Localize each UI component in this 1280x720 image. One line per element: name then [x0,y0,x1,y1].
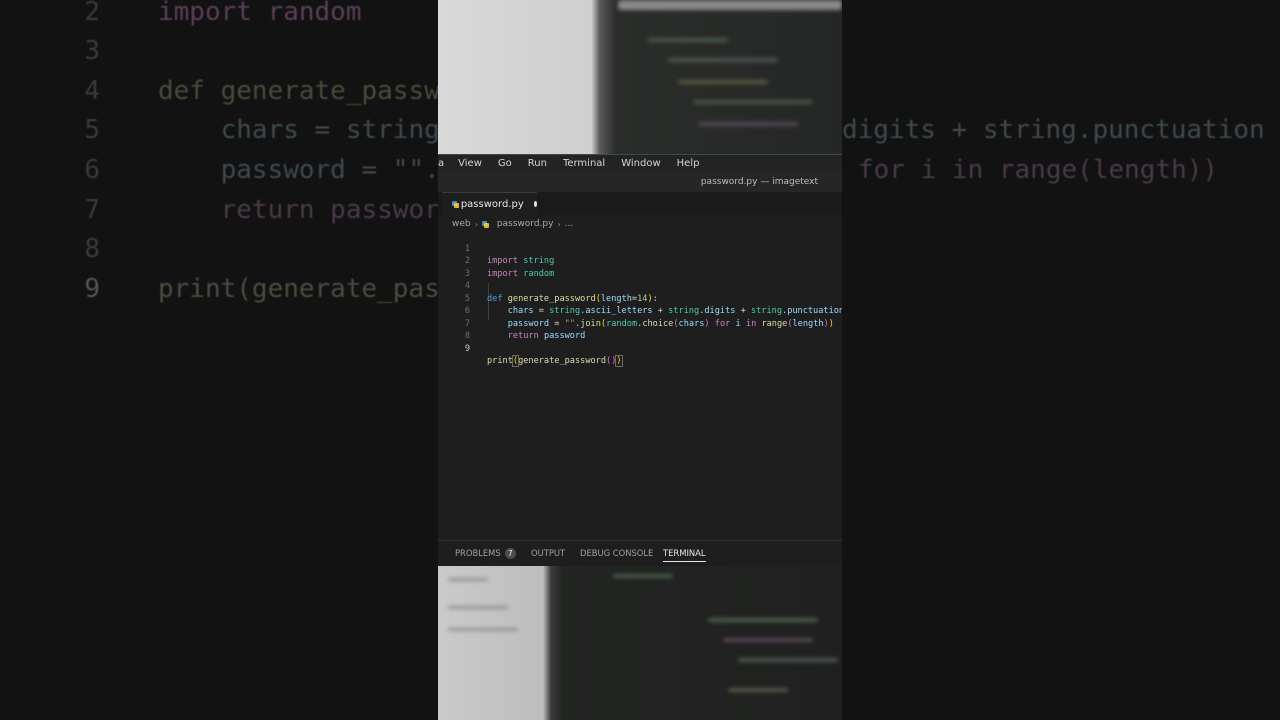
window-title-bar: password.py — imagetext [438,171,842,192]
window-title: password.py — imagetext [700,176,818,187]
menu-item-cut: a [438,158,445,169]
tab-label: password.py [460,198,524,210]
menu-item-go[interactable]: Go [490,158,520,169]
menu-item-window[interactable]: Window [613,158,668,169]
blurred-photo-bottom [438,566,842,720]
breadcrumb-folder[interactable]: web [452,219,471,229]
tab-problems[interactable]: PROBLEMS 7 [455,548,516,559]
code-line[interactable]: 7 return password [438,305,842,342]
unsaved-dot-icon[interactable] [533,201,537,207]
code-line[interactable]: 5 chars = string.ascii_letters + string.… [438,280,842,317]
code-line[interactable]: 8 [438,318,842,341]
chevron-right-icon: › [474,219,478,229]
tab-output[interactable]: OUTPUT [531,548,565,558]
menu-item-terminal[interactable]: Terminal [555,158,613,169]
python-file-icon [481,221,489,228]
code-editor[interactable]: 1 import string 2 import random 3 4 def … [438,230,842,540]
code-text: print(generate_password()) [487,355,623,367]
bg-line-right: for i in range(length)) [858,155,1219,185]
tab-terminal[interactable]: TERMINAL [663,548,706,562]
breadcrumb-file[interactable]: password.py [497,219,554,229]
code-line-active[interactable]: 9 print(generate_password()) [438,330,842,367]
chevron-right-icon: › [557,219,561,229]
code-line[interactable]: 1 import string [438,230,842,267]
menu-item-run[interactable]: Run [520,158,555,169]
tab-password-py[interactable]: password.py [442,192,537,215]
tab-debug-console[interactable]: DEBUG CONSOLE [580,548,653,558]
problems-count-badge: 7 [504,548,516,559]
code-line[interactable]: 4 def generate_password(length=14): [438,268,842,304]
python-file-icon [452,200,459,208]
breadcrumb: web › password.py › ... [452,218,573,230]
editor-tab-bar: password.py [438,192,842,215]
blurred-photo-top [438,0,842,156]
code-line[interactable]: 6 password = "".join(random.choice(chars… [438,293,842,329]
breadcrumb-more[interactable]: ... [565,219,574,229]
menu-item-view[interactable]: View [450,158,490,169]
menu-item-help[interactable]: Help [669,158,708,169]
code-line[interactable]: 2 import random [438,243,842,279]
bottom-panel-tabs: PROBLEMS 7 OUTPUT DEBUG CONSOLE TERMINAL [438,540,842,566]
menu-bar: a View Go Run Terminal Window Help [438,154,842,172]
center-video-panel: a View Go Run Terminal Window Help passw… [438,0,842,720]
code-line[interactable]: 3 [438,255,842,279]
bg-line-right: digits + string.punctuation [842,115,1265,145]
